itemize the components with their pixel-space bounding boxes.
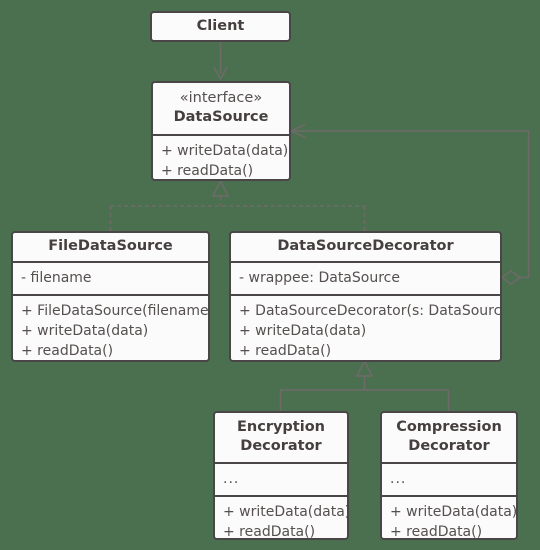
class-attributes-encryptiondecorator: ... (215, 462, 347, 495)
class-attributes-filedatasource: - filename (13, 261, 208, 294)
class-methods-datasource: + writeData(data) + readData() (153, 134, 289, 179)
class-box-client[interactable]: Client (150, 11, 291, 42)
class-box-datasource[interactable]: «interface» DataSource + writeData(data)… (151, 81, 291, 181)
class-methods-datasourcedecorator: + DataSourceDecorator(s: DataSource) + w… (231, 294, 502, 360)
method-item: + FileDataSource(filename) (21, 303, 210, 319)
class-title-encryptiondecorator-line2: Decorator (240, 438, 322, 454)
method-item: + writeData(data) (161, 143, 289, 159)
class-methods-filedatasource: + FileDataSource(filename) + writeData(d… (13, 294, 210, 360)
method-item: + readData() (223, 524, 316, 540)
class-box-compressiondecorator[interactable]: Compression Decorator ... + writeData(da… (380, 411, 518, 540)
class-title-datasource: DataSource (173, 109, 269, 125)
class-stereotype-datasource: «interface» (179, 90, 263, 106)
class-title-compressiondecorator-line2: Decorator (408, 438, 490, 454)
method-item: + writeData(data) (390, 504, 518, 520)
connector-realization-tree (109, 179, 366, 231)
class-methods-compressiondecorator: + writeData(data) + readData() (382, 495, 518, 540)
uml-class-diagram: Client «interface» DataSource + writeDat… (0, 0, 540, 550)
class-title-filedatasource: FileDataSource (48, 238, 173, 254)
method-item: + DataSourceDecorator(s: DataSource) (239, 303, 502, 319)
class-box-encryptiondecorator[interactable]: Encryption Decorator ... + writeData(dat… (213, 411, 349, 540)
class-box-datasourcedecorator[interactable]: DataSourceDecorator - wrappee: DataSourc… (229, 231, 502, 362)
class-header-filedatasource: FileDataSource (13, 233, 208, 261)
connector-generalization-tree (279, 359, 450, 411)
attribute-item: - filename (21, 270, 92, 286)
method-item: + writeData(data) (239, 323, 367, 339)
method-item: + readData() (161, 163, 254, 179)
method-item: + writeData(data) (223, 504, 349, 520)
method-item: + writeData(data) (21, 323, 149, 339)
method-item: + readData() (21, 343, 114, 359)
class-title-datasourcedecorator: DataSourceDecorator (277, 238, 454, 254)
class-title-client: Client (196, 18, 245, 34)
attribute-item: ... (223, 471, 240, 487)
class-header-compressiondecorator: Compression Decorator (382, 413, 516, 462)
attribute-item: ... (390, 471, 407, 487)
class-attributes-datasourcedecorator: - wrappee: DataSource (231, 261, 500, 294)
attribute-item: - wrappee: DataSource (239, 270, 400, 286)
class-methods-encryptiondecorator: + writeData(data) + readData() (215, 495, 349, 540)
class-header-client: Client (152, 13, 289, 40)
class-attributes-compressiondecorator: ... (382, 462, 516, 495)
method-item: + readData() (390, 524, 483, 540)
method-item: + readData() (239, 343, 332, 359)
class-header-datasourcedecorator: DataSourceDecorator (231, 233, 500, 261)
class-header-encryptiondecorator: Encryption Decorator (215, 413, 347, 462)
connector-client-to-datasource (213, 41, 228, 81)
class-box-filedatasource[interactable]: FileDataSource - filename + FileDataSour… (11, 231, 210, 362)
class-title-compressiondecorator-line1: Compression (396, 419, 502, 435)
class-title-encryptiondecorator-line1: Encryption (237, 419, 325, 435)
class-header-datasource: «interface» DataSource (153, 83, 289, 134)
